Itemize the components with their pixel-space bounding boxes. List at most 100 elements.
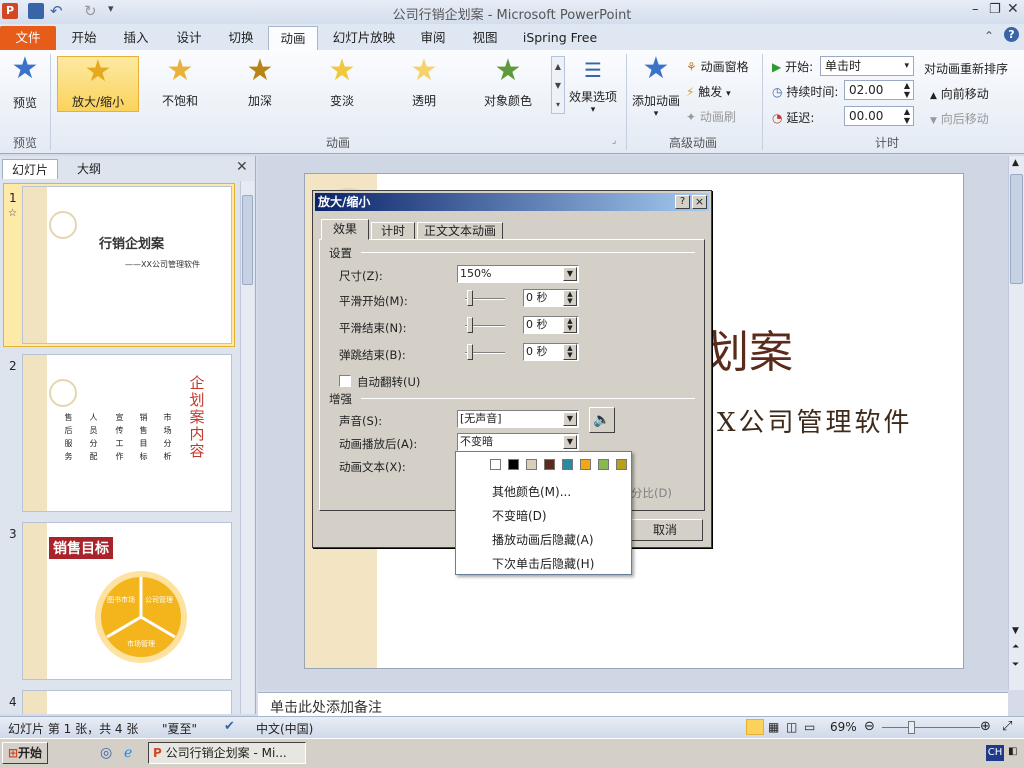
hide-after-animation-item[interactable]: 播放动画后隐藏(A): [492, 531, 594, 548]
tab-insert[interactable]: 插入: [114, 26, 158, 50]
smooth-end-thumb[interactable]: [467, 317, 473, 333]
dialog-help-button[interactable]: ?: [675, 195, 690, 209]
slideshow-view-icon[interactable]: ▭: [804, 720, 815, 734]
prev-slide-icon[interactable]: ⏶: [1012, 642, 1019, 652]
spin-arrows-icon[interactable]: ▲ ▼: [563, 344, 577, 360]
zoom-slider-thumb[interactable]: [908, 721, 915, 734]
dialog-close-button[interactable]: ×: [692, 195, 707, 209]
add-animation-button[interactable]: ★ 添加动画 ▾: [630, 54, 682, 126]
tab-slideshow[interactable]: 幻灯片放映: [326, 26, 402, 50]
theme-name[interactable]: "夏至": [162, 720, 197, 737]
restore-icon[interactable]: ❐: [989, 2, 1001, 17]
next-slide-icon[interactable]: ⏷: [1012, 660, 1019, 670]
dialog-tab-effect[interactable]: 效果: [321, 219, 369, 240]
effect-darken[interactable]: ★ 加深: [222, 56, 298, 112]
effect-grow-shrink[interactable]: ★ 放大/缩小: [57, 56, 139, 112]
ime-indicator[interactable]: CH: [986, 745, 1004, 761]
tab-home[interactable]: 开始: [62, 26, 106, 50]
desktop-icon[interactable]: ◎: [100, 745, 112, 761]
tab-view[interactable]: 视图: [463, 26, 507, 50]
color-swatch[interactable]: [598, 459, 609, 470]
color-swatch[interactable]: [616, 459, 627, 470]
color-swatch[interactable]: [490, 459, 501, 470]
help-icon[interactable]: ?: [1004, 27, 1019, 42]
after-animation-select[interactable]: 不变暗: [457, 433, 579, 451]
move-later-button[interactable]: ▼ 向后移动: [930, 110, 989, 127]
bounce-end-thumb[interactable]: [467, 344, 473, 360]
color-swatch[interactable]: [544, 459, 555, 470]
color-swatch[interactable]: [580, 459, 591, 470]
slide-scroll-thumb[interactable]: [1010, 174, 1023, 284]
tab-file[interactable]: 文件: [0, 26, 56, 50]
spin-arrows-icon[interactable]: ▲ ▼: [563, 317, 577, 333]
gallery-scroll[interactable]: ▲ ▼ ▾: [551, 56, 565, 114]
preview-button[interactable]: ★ 预览: [4, 54, 46, 118]
panel-scroll-thumb[interactable]: [242, 195, 253, 285]
tab-ispring[interactable]: iSpring Free: [515, 26, 605, 50]
more-colors-item[interactable]: 其他颜色(M)...: [492, 483, 571, 500]
fit-window-icon[interactable]: ⤢: [1002, 719, 1012, 734]
spin-arrows-icon[interactable]: ▲ ▼: [563, 290, 577, 306]
auto-reverse-checkbox[interactable]: [339, 375, 351, 387]
smooth-start-thumb[interactable]: [467, 290, 473, 306]
tab-review[interactable]: 审阅: [411, 26, 455, 50]
effect-transparency[interactable]: ★ 透明: [386, 56, 462, 112]
slide-sorter-icon[interactable]: ▦: [768, 720, 779, 734]
spin-arrows-icon[interactable]: ▲ ▼: [904, 81, 910, 99]
size-dropdown-icon[interactable]: ▼: [563, 267, 577, 281]
zoom-level[interactable]: 69%: [830, 720, 857, 734]
minimize-icon[interactable]: –: [972, 2, 979, 17]
color-swatch[interactable]: [526, 459, 537, 470]
tab-transitions[interactable]: 切换: [219, 26, 263, 50]
notes-pane[interactable]: 单击此处添加备注: [258, 692, 1008, 716]
dialog-launcher-icon[interactable]: ⌟: [612, 136, 616, 146]
tab-outline[interactable]: 大纲: [64, 159, 114, 179]
close-panel-icon[interactable]: ✕: [236, 159, 248, 175]
size-select[interactable]: 150%: [457, 265, 579, 283]
zoom-slider-track[interactable]: [882, 727, 980, 728]
ie-icon[interactable]: ℯ: [124, 745, 132, 761]
after-animation-dropdown-icon[interactable]: ▼: [563, 435, 577, 449]
panel-scrollbar[interactable]: [240, 181, 254, 714]
close-icon[interactable]: ✕: [1007, 1, 1019, 17]
start-select[interactable]: 单击时 ▾: [820, 56, 914, 76]
hide-on-next-click-item[interactable]: 下次单击后隐藏(H): [492, 555, 594, 572]
normal-view-icon[interactable]: [746, 719, 764, 735]
animation-painter-button[interactable]: ✦ 动画刷: [686, 108, 736, 125]
duration-input[interactable]: 02.00 ▲ ▼: [844, 80, 914, 100]
spellcheck-icon[interactable]: ✔: [224, 719, 235, 734]
start-button[interactable]: ⊞开始: [2, 742, 48, 764]
animation-pane-button[interactable]: ⚘ 动画窗格: [686, 58, 749, 75]
slide-thumb-1[interactable]: 行销企划案 ——XX公司管理软件: [22, 186, 232, 344]
collapse-ribbon-icon[interactable]: ⌃: [984, 29, 994, 43]
effect-lighten[interactable]: ★ 变淡: [304, 56, 380, 112]
effect-desaturate[interactable]: ★ 不饱和: [142, 56, 218, 112]
zoom-in-icon[interactable]: ⊕: [980, 719, 991, 734]
slide-thumb-3[interactable]: 销售目标 图书市场 公司管理 市场管理: [22, 522, 232, 680]
move-earlier-button[interactable]: ▲ 向前移动: [930, 85, 989, 102]
tab-animations[interactable]: 动画: [268, 26, 318, 50]
spin-arrows-icon[interactable]: ▲ ▼: [904, 107, 910, 125]
tab-design[interactable]: 设计: [167, 26, 211, 50]
trigger-button[interactable]: ⚡ 触发 ▾: [686, 83, 731, 100]
color-swatch[interactable]: [508, 459, 519, 470]
scroll-down-icon[interactable]: ▼: [1012, 626, 1019, 636]
sound-select[interactable]: [无声音]: [457, 410, 579, 428]
scroll-up-icon[interactable]: ▲: [1012, 158, 1019, 168]
cancel-button[interactable]: 取消: [627, 519, 703, 541]
slide-scrollbar[interactable]: ▲ ▼ ⏶ ⏷: [1008, 156, 1024, 690]
zoom-out-icon[interactable]: ⊖: [864, 719, 875, 734]
tray-icon[interactable]: ◧: [1008, 746, 1017, 757]
effect-object-color[interactable]: ★ 对象颜色: [468, 56, 548, 112]
slide-thumb-4[interactable]: [22, 690, 232, 714]
dont-dim-item[interactable]: 不变暗(D): [492, 507, 547, 524]
tab-slides[interactable]: 幻灯片: [2, 159, 58, 179]
color-swatch[interactable]: [562, 459, 573, 470]
slide-thumb-2[interactable]: 企划案内容 市场分析 销售目标 宣传工作 人员分配 售后服务: [22, 354, 232, 512]
speaker-icon[interactable]: 🔈: [589, 407, 615, 433]
language[interactable]: 中文(中国): [256, 720, 313, 737]
dialog-tab-text-animation[interactable]: 正文文本动画: [417, 222, 503, 240]
reading-view-icon[interactable]: ◫: [786, 720, 797, 734]
sound-dropdown-icon[interactable]: ▼: [563, 412, 577, 426]
effect-options-button[interactable]: ☰ 效果选项 ▾: [568, 58, 618, 128]
